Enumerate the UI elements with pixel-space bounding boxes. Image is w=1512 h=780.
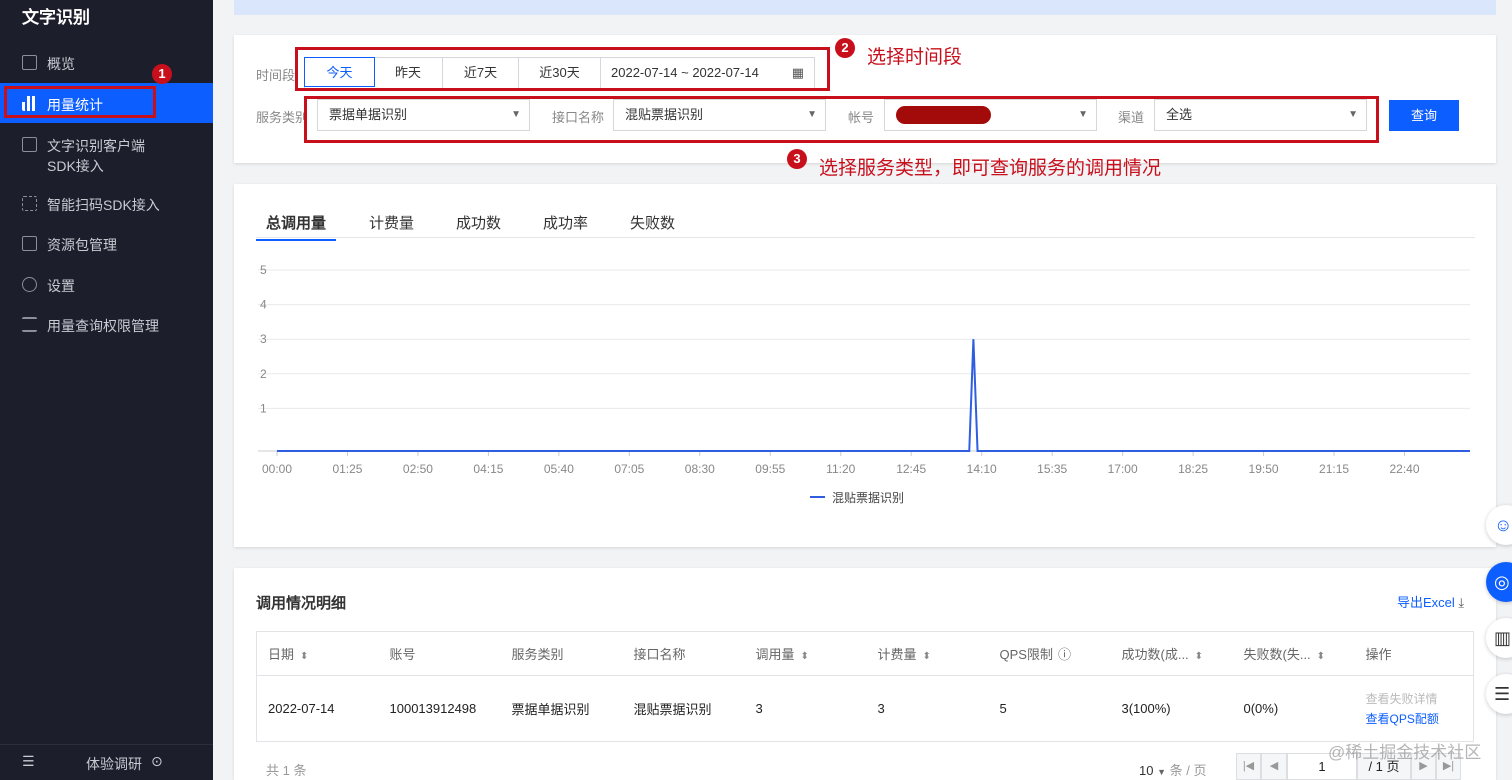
first-page-button[interactable]: |◀: [1236, 753, 1261, 780]
x-tick-label: 14:10: [967, 462, 997, 476]
x-tick-label: 12:45: [896, 462, 926, 476]
table-header-row: 日期 ⬍ 账号 服务类别 接口名称 调用量 ⬍ 计费量 ⬍ QPS限制 ⓘ 成功数(成.…: [256, 631, 1474, 676]
detail-table: 日期 ⬍ 账号 服务类别 接口名称 调用量 ⬍ 计费量 ⬍ QPS限制 ⓘ 成功数(成.…: [256, 631, 1474, 742]
header-label: QPS限制: [999, 647, 1053, 662]
page-size-value: 10: [1139, 763, 1154, 778]
x-tick-label: 11:20: [826, 462, 855, 476]
x-tick-label: 02:50: [403, 462, 433, 476]
cell-service: 票据单据识别: [511, 702, 590, 717]
dropdown-arrow-icon: ▼: [1157, 767, 1167, 777]
export-excel-link[interactable]: 导出Excel ⤓: [1397, 592, 1464, 611]
usage-chart: 1 2 3 4 5 00:00 01:25 02:50 04:15 05:40 07:05 08:30…: [258, 263, 1470, 505]
col-service: 服务类别: [500, 631, 623, 676]
header-label: 成功数(成...: [1121, 647, 1189, 662]
x-tick-label: 04:15: [473, 462, 503, 476]
per-page-label: 条 / 页: [1169, 763, 1207, 778]
cell-account: 100013912498: [389, 701, 477, 716]
col-calls[interactable]: 调用量 ⬍: [744, 631, 867, 676]
series-line: [277, 339, 1470, 452]
download-icon: ⤓: [1458, 595, 1465, 610]
sort-icon[interactable]: ⬍: [1317, 651, 1325, 662]
x-tick-label: 09:55: [755, 462, 785, 476]
cell-success: 3(100%): [1121, 701, 1171, 716]
total-count: 共 1 条: [266, 763, 307, 778]
watermark: @稀土掘金技术社区: [1328, 743, 1482, 762]
x-tick-label: 21:15: [1319, 462, 1349, 476]
cell-date: 2022-07-14: [268, 701, 335, 716]
menu-icon[interactable]: ☰: [22, 753, 35, 770]
cell-failure: 0(0%): [1243, 701, 1279, 716]
header-label: 调用量: [755, 647, 795, 662]
view-qps-quota-link[interactable]: 查看QPS配额: [1366, 712, 1439, 726]
x-tick-label: 18:25: [1178, 462, 1208, 476]
table-row: 2022-07-14 100013912498 票据单据识别 混贴票据识别 3 …: [257, 676, 1474, 742]
cell-api: 混贴票据识别: [633, 702, 712, 717]
prev-page-button[interactable]: ◀: [1261, 753, 1287, 780]
cell-qps: 5: [999, 701, 1007, 716]
y-tick-label: 5: [260, 263, 267, 277]
sort-icon[interactable]: ⬍: [801, 651, 809, 662]
y-tick-label: 4: [260, 298, 267, 312]
x-tick-label: 19:50: [1249, 462, 1279, 476]
col-qps: QPS限制 ⓘ: [988, 631, 1111, 676]
export-label: 导出Excel: [1397, 595, 1455, 610]
x-tick-label: 17:00: [1108, 462, 1138, 476]
cell-billing: 3: [877, 701, 885, 716]
sort-icon[interactable]: ⬍: [1195, 651, 1203, 662]
col-api: 接口名称: [622, 631, 745, 676]
header-label: 计费量: [877, 647, 917, 662]
col-actions: 操作: [1354, 631, 1474, 676]
sort-icon[interactable]: ⬍: [300, 651, 308, 662]
info-icon[interactable]: ⓘ: [1058, 647, 1071, 662]
x-tick-label: 08:30: [685, 462, 715, 476]
x-tick-label: 22:40: [1389, 462, 1419, 476]
col-success[interactable]: 成功数(成... ⬍: [1110, 631, 1233, 676]
y-tick-label: 1: [260, 401, 267, 415]
survey-label: 体验调研: [86, 756, 142, 772]
survey-bar[interactable]: ☰ 体验调研 ⊙: [0, 744, 213, 780]
y-tick-label: 3: [260, 332, 267, 346]
detail-title: 调用情况明细: [256, 595, 347, 612]
x-tick-label: 07:05: [614, 462, 644, 476]
x-tick-label: 00:00: [262, 462, 292, 476]
page-size-select[interactable]: 10 ▼ 条 / 页: [1139, 760, 1206, 779]
col-billing[interactable]: 计费量 ⬍: [866, 631, 989, 676]
sort-icon[interactable]: ⬍: [923, 651, 931, 662]
cell-calls: 3: [755, 701, 763, 716]
x-tick-label: 05:40: [544, 462, 574, 476]
header-label: 日期: [268, 647, 295, 662]
col-date[interactable]: 日期 ⬍: [256, 631, 379, 676]
col-failure[interactable]: 失败数(失... ⬍: [1232, 631, 1355, 676]
x-tick-label: 15:35: [1037, 462, 1067, 476]
col-account: 账号: [378, 631, 501, 676]
arrow-circle-icon: ⊙: [151, 753, 163, 769]
legend-label: 混贴票据识别: [832, 491, 904, 505]
y-tick-label: 2: [260, 367, 267, 381]
header-label: 失败数(失...: [1243, 647, 1311, 662]
view-failure-details-link[interactable]: 查看失败详情: [1366, 692, 1438, 706]
x-tick-label: 01:25: [332, 462, 362, 476]
